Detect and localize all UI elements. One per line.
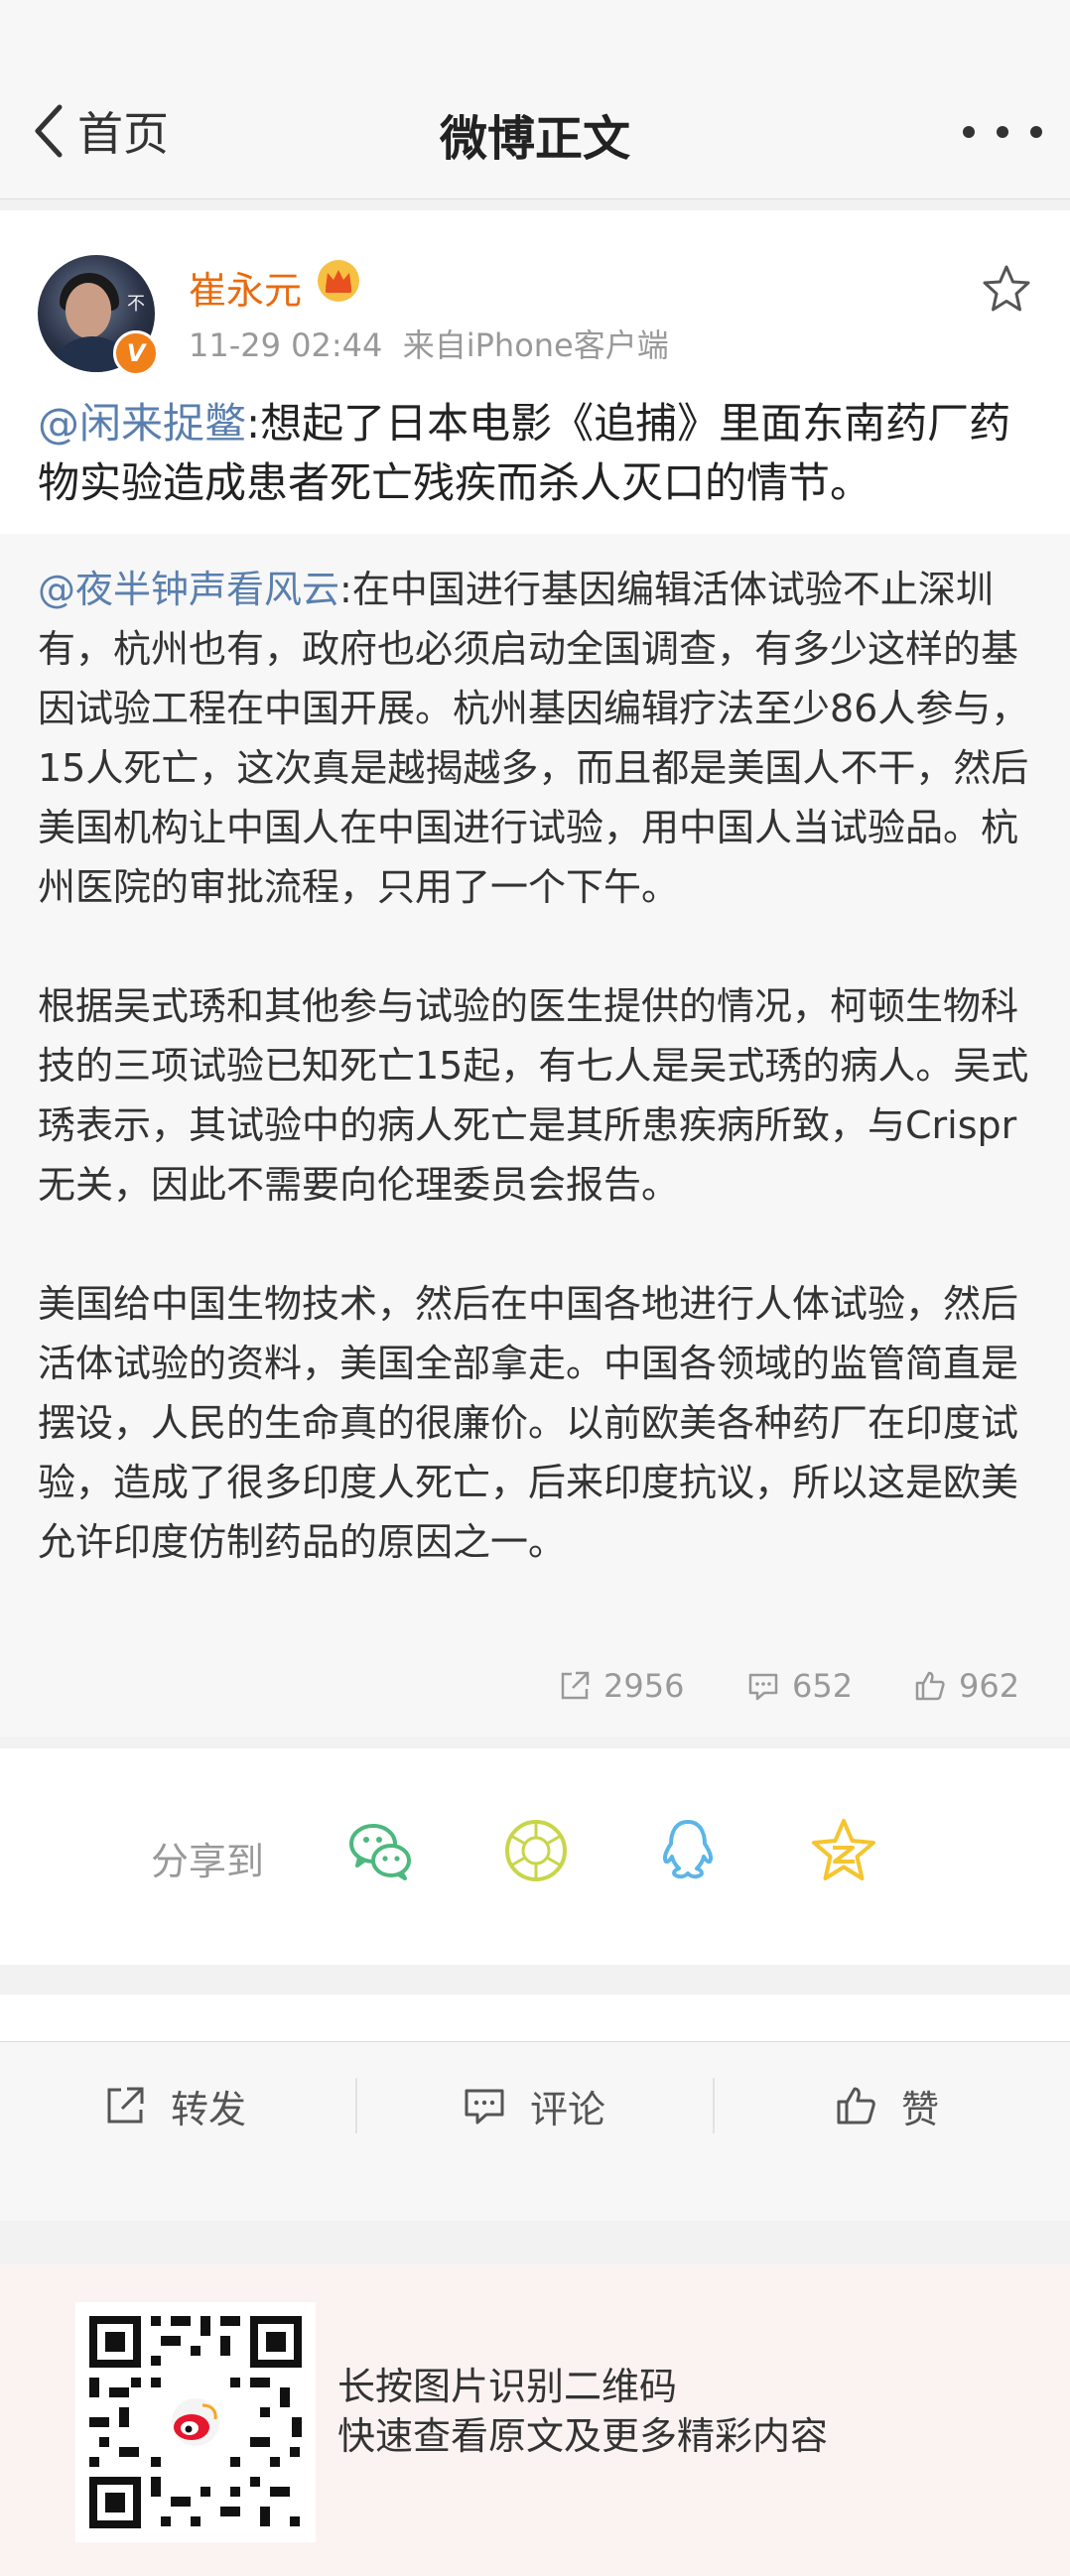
comment-icon: [748, 1673, 778, 1701]
crown-icon: [318, 260, 359, 302]
wechat-icon[interactable]: [345, 1816, 415, 1885]
like-button[interactable]: 赞: [834, 2074, 939, 2137]
mention-link[interactable]: @闲来捉鳖: [38, 399, 246, 448]
favorite-star-icon[interactable]: [981, 263, 1032, 315]
divider: [713, 2078, 715, 2133]
repost-icon: [561, 1671, 590, 1700]
retweet-paragraph-3: 美国给中国生物技术，然后在中国各地进行人体试验，然后活体试验的资料，美国全部拿走…: [38, 1282, 1019, 1564]
post-meta: 11-29 02:44 来自iPhone客户端: [189, 321, 669, 366]
comment-button[interactable]: 评论: [463, 2074, 605, 2137]
thumbs-up-icon: [837, 2087, 875, 2125]
repost-icon: [107, 2087, 144, 2124]
repost-label: 转发: [171, 2087, 247, 2131]
more-dot-icon: [963, 126, 975, 138]
retweet-paragraph-1: :在中国进行基因编辑活体试验不止深圳有，杭州也有，政府也必须启动全国调查，有多少…: [38, 568, 1029, 909]
thumbs-up-icon: [915, 1671, 945, 1701]
post-source: 来自iPhone客户端: [402, 326, 669, 364]
like-count-value: 962: [959, 1667, 1020, 1705]
more-dot-icon: [1030, 126, 1042, 138]
page-title: 微博正文: [439, 111, 630, 167]
comment-list-peek: [0, 1995, 1070, 2044]
username[interactable]: 崔永元: [189, 260, 302, 315]
qr-caption: 长按图片识别二维码 快速查看原文及更多精彩内容: [337, 2362, 828, 2461]
comment-count[interactable]: 652: [746, 1667, 853, 1705]
repost-button[interactable]: 转发: [103, 2074, 246, 2137]
moments-icon[interactable]: [501, 1816, 571, 1885]
qq-icon[interactable]: [653, 1816, 723, 1885]
qr-caption-line1: 长按图片识别二维码: [337, 2365, 678, 2408]
retweet-mention-link[interactable]: @夜半钟声看风云: [38, 568, 339, 611]
like-label: 赞: [901, 2087, 940, 2131]
divider: [355, 2078, 357, 2133]
more-dot-icon: [997, 126, 1008, 138]
like-count[interactable]: 962: [913, 1667, 1019, 1705]
comment-icon: [465, 2089, 504, 2125]
retweet-paragraph-2: 根据吴式琇和其他参与试验的医生提供的情况，柯顿生物科技的三项试验已知死亡15起，…: [38, 984, 1029, 1207]
qr-code[interactable]: [75, 2302, 316, 2542]
comment-count-value: 652: [792, 1667, 854, 1705]
qzone-icon[interactable]: [809, 1816, 878, 1885]
share-label: 分享到: [151, 1840, 265, 1883]
verified-badge: V: [113, 330, 159, 376]
repost-count-value: 2956: [603, 1667, 685, 1705]
post-time: 11-29 02:44: [189, 326, 383, 364]
retweet-text: @夜半钟声看风云:在中国进行基因编辑活体试验不止深圳有，杭州也有，政府也必须启动…: [38, 560, 1040, 1631]
more-button[interactable]: [963, 117, 1042, 147]
comment-label: 评论: [530, 2087, 606, 2131]
post-text: @闲来捉鳖:想起了日本电影《追捕》里面东南药厂药物实验造成患者死亡残疾而杀人灭口…: [38, 394, 1040, 513]
repost-count[interactable]: 2956: [558, 1667, 684, 1705]
qr-caption-line2: 快速查看原文及更多精彩内容: [337, 2414, 829, 2458]
